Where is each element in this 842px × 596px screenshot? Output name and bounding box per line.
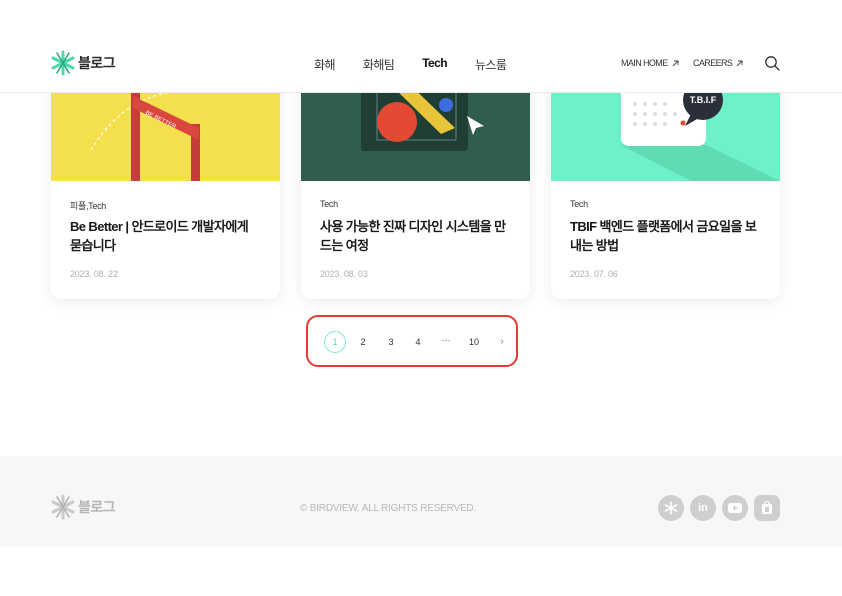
- careers-label: CAREERS: [693, 58, 733, 68]
- external-arrow-icon: [672, 60, 679, 66]
- logo-text: 블로그: [78, 55, 116, 71]
- post-title[interactable]: 사용 가능한 진짜 디자인 시스템을 만드는 여정: [320, 217, 512, 255]
- post-date: 2023. 08. 22: [70, 269, 118, 279]
- social-links: in: [658, 495, 780, 521]
- linkedin-icon[interactable]: in: [690, 495, 716, 521]
- hwahae-logo-icon: [51, 50, 75, 76]
- main-home-link[interactable]: MAIN HOME: [621, 58, 679, 68]
- page-2-button[interactable]: 2: [352, 331, 374, 353]
- hwahae-logo-icon: [51, 494, 75, 520]
- site-footer: 블로그 © BIRDVIEW. ALL RIGHTS RESERVED. in: [0, 456, 842, 547]
- logo[interactable]: 블로그: [51, 50, 116, 76]
- bubble-text: T.B.I.F: [690, 95, 717, 105]
- footer-logo[interactable]: 블로그: [51, 494, 116, 520]
- pagination-ellipsis: ···: [441, 335, 451, 345]
- next-page-button[interactable]: ›: [491, 331, 513, 353]
- post-category: Tech: [570, 199, 588, 209]
- external-arrow-icon: [736, 60, 743, 66]
- page-10-button[interactable]: 10: [463, 331, 485, 353]
- site-header: 블로그 화해 화해팀 Tech 뉴스룸 MAIN HOME CAREERS: [0, 0, 842, 93]
- post-date: 2023. 08. 03: [320, 269, 368, 279]
- post-date: 2023. 07. 06: [570, 269, 618, 279]
- copyright-text: © BIRDVIEW. ALL RIGHTS RESERVED.: [300, 503, 477, 514]
- page-3-button[interactable]: 3: [380, 331, 402, 353]
- pagination: 1 2 3 4 ··· 10 ›: [306, 315, 518, 367]
- post-category: 피플,Tech: [70, 201, 106, 211]
- post-title[interactable]: TBIF 백엔드 플랫폼에서 금요일을 보내는 방법: [570, 217, 762, 255]
- page-4-button[interactable]: 4: [407, 331, 429, 353]
- app-store-icon[interactable]: [754, 495, 780, 521]
- main-nav: 화해 화해팀 Tech 뉴스룸: [314, 56, 534, 73]
- page-1-button[interactable]: 1: [324, 331, 346, 353]
- nav-item-newsroom[interactable]: 뉴스룸: [475, 56, 507, 73]
- search-icon[interactable]: [764, 55, 780, 71]
- hwahae-icon[interactable]: [658, 495, 684, 521]
- nav-item-tech[interactable]: Tech: [422, 56, 447, 73]
- post-category: Tech: [320, 199, 338, 209]
- main-home-label: MAIN HOME: [621, 58, 668, 68]
- post-title[interactable]: Be Better | 안드로이드 개발자에게 묻습니다: [70, 217, 262, 255]
- footer-logo-text: 블로그: [78, 499, 116, 515]
- youtube-icon[interactable]: [722, 495, 748, 521]
- nav-item-hwahae-team[interactable]: 화해팀: [363, 56, 395, 73]
- careers-link[interactable]: CAREERS: [693, 58, 743, 68]
- nav-item-hwahae[interactable]: 화해: [314, 56, 335, 73]
